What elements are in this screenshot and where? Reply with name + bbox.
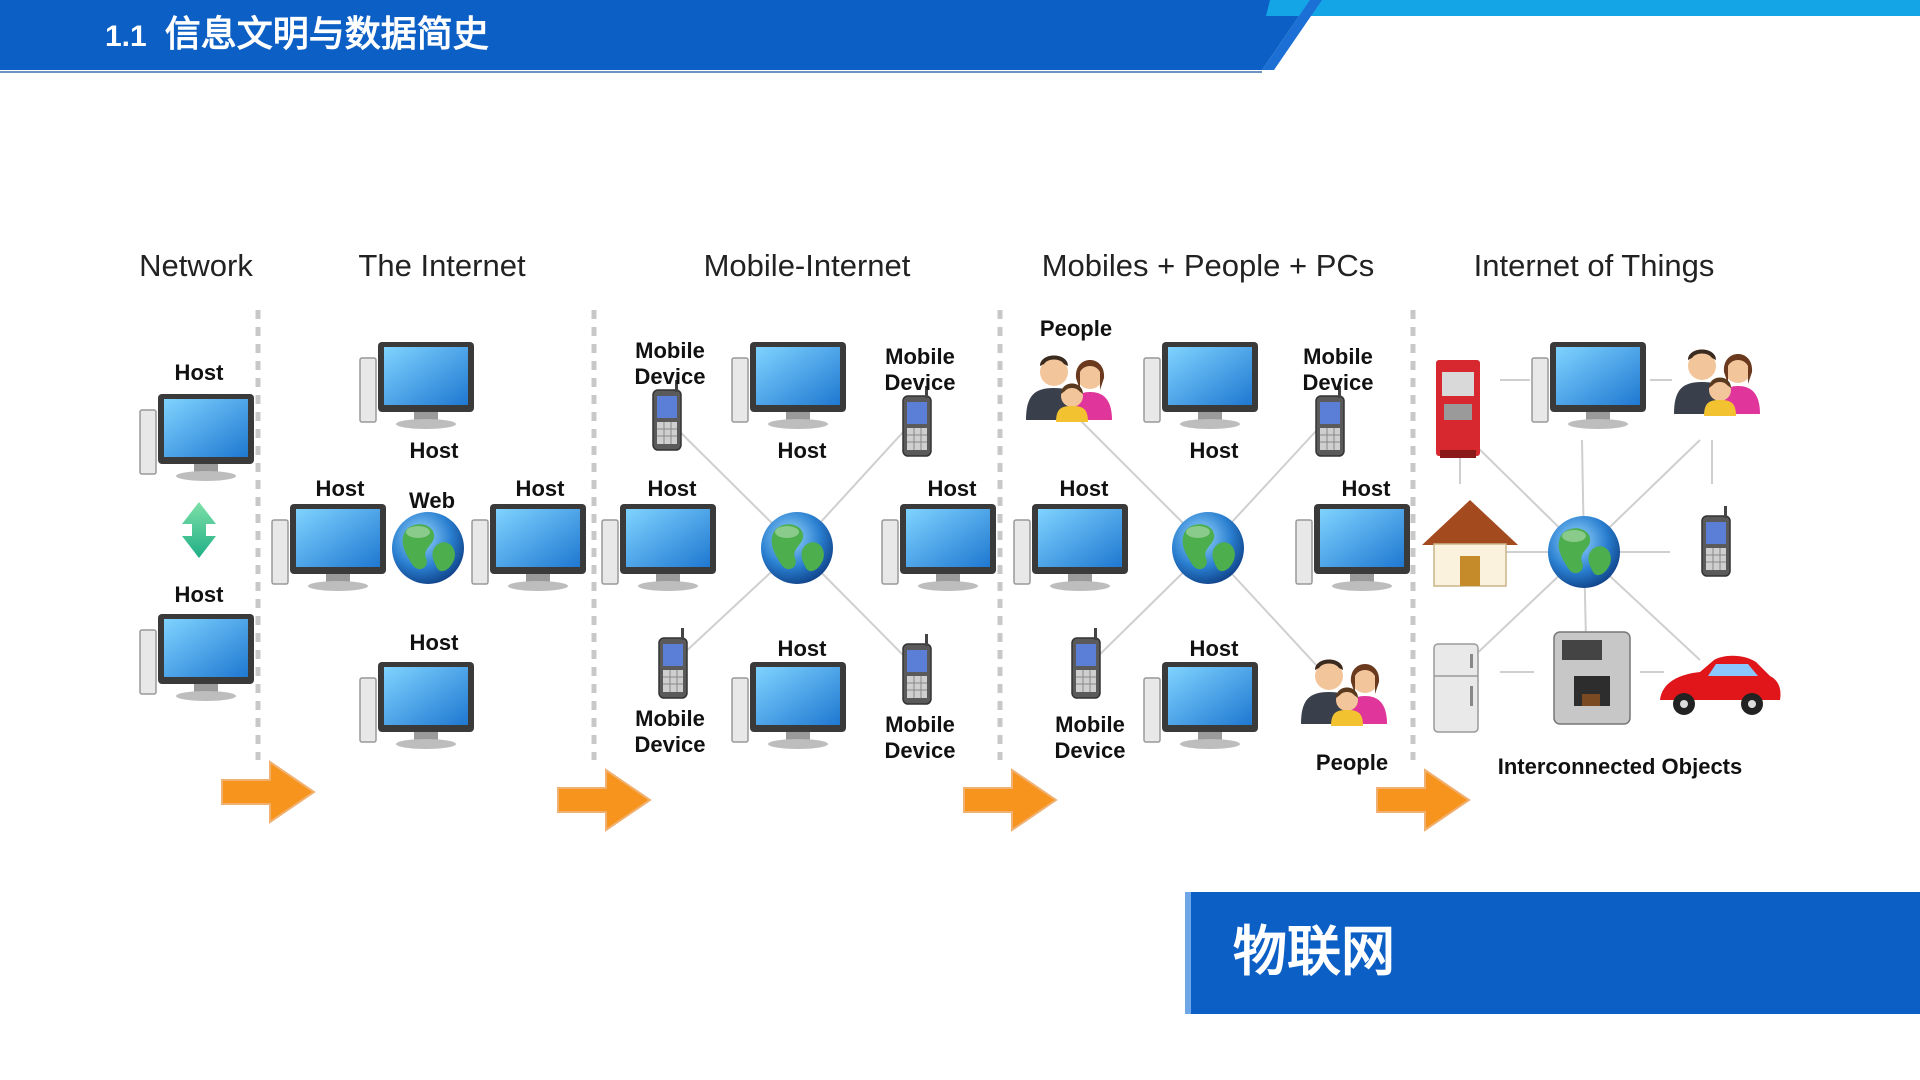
globe-icon bbox=[1172, 512, 1244, 584]
host-computer-icon bbox=[881, 503, 997, 592]
stage-internet-graphics bbox=[271, 341, 587, 750]
section-number: 1.1 bbox=[105, 20, 147, 53]
mobile-phone-icon bbox=[902, 385, 932, 457]
host-label: Host bbox=[174, 582, 224, 607]
people-icon bbox=[1026, 355, 1112, 422]
double-arrow-icon bbox=[182, 502, 216, 558]
stage-title-mobiles-people-pcs: Mobiles + People + PCs bbox=[1041, 248, 1375, 283]
progress-arrow-4 bbox=[1376, 769, 1470, 831]
host-label: Host bbox=[777, 438, 827, 463]
host-computer-icon bbox=[271, 503, 387, 592]
stage-network-graphics bbox=[139, 393, 255, 702]
slide: 1.1 信息文明与数据简史 Network The Internet Mobile… bbox=[0, 0, 1920, 1080]
host-label: Host bbox=[647, 476, 697, 501]
host-computer-icon bbox=[471, 503, 587, 592]
host-label: Host bbox=[1059, 476, 1109, 501]
stage-title-network: Network bbox=[139, 248, 253, 283]
people-icon bbox=[1301, 659, 1387, 726]
mobile-phone-icon bbox=[1701, 505, 1731, 577]
progress-arrow-3 bbox=[963, 769, 1057, 831]
page-title: 1.1 信息文明与数据简史 bbox=[105, 8, 489, 62]
stage-title-internet: The Internet bbox=[358, 248, 526, 283]
host-computer-icon bbox=[601, 503, 717, 592]
host-computer-icon bbox=[1295, 503, 1411, 592]
host-label: Host bbox=[1341, 476, 1391, 501]
house-icon bbox=[1422, 500, 1518, 587]
stage-title-mobile-internet: Mobile-Internet bbox=[703, 248, 911, 283]
mobile-phone-icon bbox=[1071, 627, 1101, 699]
host-computer-icon bbox=[1143, 661, 1259, 750]
interconnected-objects-label: Interconnected Objects bbox=[1497, 754, 1743, 779]
mobile-device-label: Mobile Device bbox=[884, 344, 956, 395]
atm-icon bbox=[1436, 360, 1480, 458]
mobile-device-label: Mobile Device bbox=[1302, 344, 1374, 395]
host-label: Host bbox=[927, 476, 977, 501]
car-icon bbox=[1660, 655, 1781, 715]
stage-title-iot: Internet of Things bbox=[1473, 248, 1715, 283]
host-label: Host bbox=[777, 636, 827, 661]
mobile-device-label: Mobile Device bbox=[884, 712, 956, 763]
host-computer-icon bbox=[1013, 503, 1129, 592]
host-label: Host bbox=[409, 630, 459, 655]
mobile-phone-icon bbox=[658, 627, 688, 699]
globe-icon bbox=[1548, 516, 1620, 588]
mobile-phone-icon bbox=[902, 633, 932, 705]
host-computer-icon bbox=[359, 341, 475, 430]
people-label: People bbox=[1315, 750, 1389, 775]
footer-title: 物联网 bbox=[1233, 920, 1395, 983]
mobile-device-label: Mobile Device bbox=[1054, 712, 1126, 763]
host-label: Host bbox=[315, 476, 365, 501]
mobile-device-label: Mobile Device bbox=[634, 338, 706, 389]
host-computer-icon bbox=[1531, 341, 1647, 430]
host-label: Host bbox=[174, 360, 224, 385]
host-computer-icon bbox=[139, 393, 255, 482]
host-computer-icon bbox=[1143, 341, 1259, 430]
stage-iot-graphics bbox=[1422, 341, 1781, 733]
footer-banner-edge bbox=[1185, 892, 1191, 1014]
refrigerator-icon bbox=[1433, 643, 1479, 733]
section-title: 信息文明与数据简史 bbox=[164, 14, 489, 55]
web-label: Web bbox=[408, 488, 456, 513]
host-computer-icon bbox=[731, 341, 847, 430]
globe-icon bbox=[761, 512, 833, 584]
coffee-machine-icon bbox=[1553, 631, 1631, 725]
footer-banner: 物联网 bbox=[1185, 892, 1920, 1014]
globe-icon bbox=[392, 512, 464, 584]
host-computer-icon bbox=[139, 613, 255, 702]
progress-arrow-2 bbox=[557, 769, 651, 831]
people-icon bbox=[1674, 349, 1760, 416]
host-computer-icon bbox=[731, 661, 847, 750]
mobile-phone-icon bbox=[652, 379, 682, 451]
progress-arrow-1 bbox=[221, 761, 315, 823]
host-label: Host bbox=[1189, 636, 1239, 661]
stage-mobiles-people-pcs-graphics bbox=[1013, 341, 1411, 750]
stage-mobile-internet-graphics bbox=[601, 341, 997, 750]
people-label: People bbox=[1039, 316, 1113, 341]
host-computer-icon bbox=[359, 661, 475, 750]
host-label: Host bbox=[1189, 438, 1239, 463]
host-label: Host bbox=[409, 438, 459, 463]
host-label: Host bbox=[515, 476, 565, 501]
mobile-phone-icon bbox=[1315, 385, 1345, 457]
mobile-device-label: Mobile Device bbox=[634, 706, 706, 757]
